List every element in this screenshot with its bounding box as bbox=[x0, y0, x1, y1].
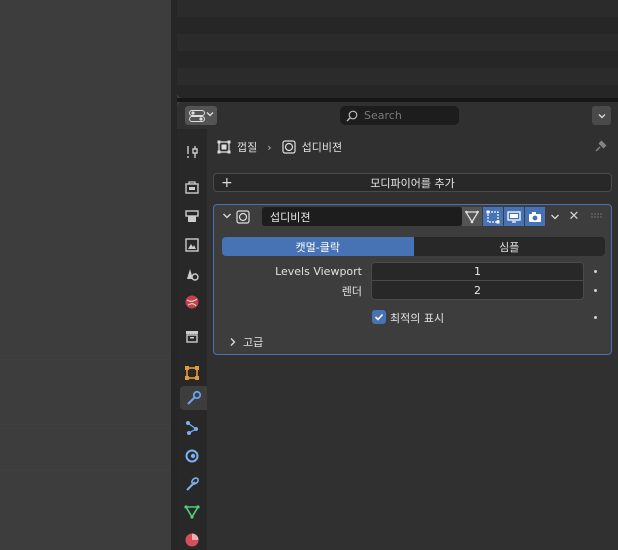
particles-icon bbox=[186, 421, 198, 435]
tab-render[interactable] bbox=[180, 175, 204, 199]
levels-viewport-field[interactable]: 1 bbox=[371, 262, 584, 281]
physics-icon bbox=[185, 449, 199, 463]
chevron-right-icon bbox=[230, 338, 236, 346]
monitor-icon bbox=[507, 210, 521, 223]
optimal-display-row: 최적의 표시 bbox=[214, 308, 611, 327]
render-levels-label: 렌더 bbox=[341, 284, 362, 298]
tab-constraints[interactable] bbox=[180, 472, 204, 496]
tab-object[interactable] bbox=[180, 361, 204, 385]
on-cage-icon bbox=[465, 210, 479, 223]
3d-viewport[interactable] bbox=[0, 0, 171, 550]
world-icon bbox=[185, 295, 199, 309]
remove-modifier-button[interactable]: ✕ bbox=[566, 207, 582, 226]
keyframe-dot-icon[interactable] bbox=[594, 289, 597, 292]
advanced-label: 고급 bbox=[243, 336, 264, 349]
chevron-down-icon bbox=[598, 113, 605, 118]
tab-particles[interactable] bbox=[180, 416, 204, 440]
output-icon bbox=[185, 210, 199, 222]
tab-view-layer[interactable] bbox=[180, 233, 204, 257]
tab-object-data[interactable] bbox=[180, 500, 204, 524]
edit-mode-icon bbox=[486, 210, 500, 223]
tab-collection[interactable] bbox=[180, 324, 204, 348]
render-levels-row: 렌더 2 bbox=[214, 281, 611, 300]
outliner-area[interactable] bbox=[177, 0, 618, 98]
scene-icon bbox=[187, 269, 199, 281]
breadcrumb-separator-icon: › bbox=[267, 140, 272, 154]
camera-icon bbox=[529, 211, 541, 222]
subdivision-icon bbox=[282, 140, 296, 154]
chevron-down-icon[interactable] bbox=[222, 211, 232, 221]
collection-icon bbox=[186, 331, 198, 343]
object-icon bbox=[185, 366, 199, 380]
tab-world[interactable] bbox=[180, 290, 204, 314]
tool-icon bbox=[187, 146, 198, 158]
viewport-display-toggle[interactable] bbox=[504, 207, 524, 226]
add-modifier-label: 모디파이어를 추가 bbox=[370, 176, 455, 190]
tab-material[interactable] bbox=[180, 528, 204, 550]
subdivision-modifier-panel: 섭디비젼 ✕ 캣멀-클락 심플 Levels Viewport 1 렌더 2 최… bbox=[213, 204, 612, 355]
modifier-wrench-icon bbox=[186, 390, 201, 405]
search-placeholder: Search bbox=[364, 109, 402, 122]
mesh-object-icon bbox=[217, 140, 231, 154]
view-layer-icon bbox=[185, 238, 199, 252]
subdivision-algorithm-selector: 캣멀-클락 심플 bbox=[222, 237, 605, 256]
checkmark-icon bbox=[374, 313, 384, 321]
properties-editor: Search 껍질 › 섭디비젼 + 모디파이어를 추가 섭디비젼 ✕ 캣멀-클… bbox=[177, 102, 618, 550]
chevron-down-icon bbox=[551, 214, 559, 219]
keyframe-dot-icon[interactable] bbox=[594, 316, 597, 319]
modifier-panel-header: 섭디비젼 ✕ bbox=[214, 205, 611, 229]
optimal-display-label[interactable]: 최적의 표시 bbox=[390, 308, 444, 327]
add-modifier-button[interactable]: + 모디파이어를 추가 bbox=[213, 173, 612, 192]
chevron-down-icon bbox=[206, 112, 214, 117]
algorithm-simple[interactable]: 심플 bbox=[413, 237, 605, 256]
levels-viewport-row: Levels Viewport 1 bbox=[214, 262, 611, 281]
breadcrumb: 껍질 › 섭디비젼 bbox=[217, 138, 342, 156]
edit-mode-toggle[interactable] bbox=[483, 207, 503, 226]
material-icon bbox=[185, 533, 199, 547]
render-levels-value: 2 bbox=[474, 283, 481, 297]
drag-handle-icon[interactable] bbox=[591, 212, 603, 220]
constraints-icon bbox=[186, 477, 199, 491]
render-toggle[interactable] bbox=[525, 207, 545, 226]
object-data-icon bbox=[184, 505, 200, 519]
optimal-display-checkbox[interactable] bbox=[372, 310, 386, 324]
properties-header: Search bbox=[177, 102, 618, 129]
modifier-extras-dropdown[interactable] bbox=[546, 207, 564, 226]
advanced-subpanel-header[interactable]: 고급 bbox=[214, 332, 611, 352]
tab-physics[interactable] bbox=[180, 444, 204, 468]
tab-tool[interactable] bbox=[180, 140, 204, 164]
plus-icon: + bbox=[221, 175, 233, 191]
tab-scene[interactable] bbox=[180, 262, 204, 286]
editor-type-selector[interactable] bbox=[185, 106, 217, 125]
options-dropdown-button[interactable] bbox=[592, 106, 611, 125]
tab-output[interactable] bbox=[180, 204, 204, 228]
close-icon: ✕ bbox=[568, 209, 580, 224]
render-levels-field[interactable]: 2 bbox=[371, 281, 584, 300]
modifier-name-field[interactable]: 섭디비젼 bbox=[262, 207, 462, 226]
subdivision-icon bbox=[236, 210, 250, 224]
modifier-properties: 껍질 › 섭디비젼 + 모디파이어를 추가 섭디비젼 ✕ 캣멀-클락 심플 Le… bbox=[207, 129, 618, 550]
breadcrumb-modifier: 섭디비젼 bbox=[301, 141, 343, 154]
breadcrumb-object: 껍질 bbox=[237, 141, 258, 154]
algorithm-catmull-clark[interactable]: 캣멀-클락 bbox=[222, 237, 414, 256]
search-icon bbox=[346, 110, 358, 121]
modifier-name: 섭디비젼 bbox=[270, 210, 311, 224]
levels-viewport-label: Levels Viewport bbox=[275, 265, 362, 278]
properties-tab-bar bbox=[177, 129, 207, 550]
keyframe-dot-icon[interactable] bbox=[594, 270, 597, 273]
pin-icon[interactable] bbox=[594, 139, 608, 153]
tab-modifiers[interactable] bbox=[180, 386, 207, 410]
on-cage-toggle[interactable] bbox=[462, 207, 482, 226]
properties-editor-icon bbox=[189, 109, 205, 122]
search-input[interactable]: Search bbox=[340, 106, 459, 125]
levels-viewport-value: 1 bbox=[474, 265, 481, 278]
render-icon bbox=[185, 181, 199, 194]
